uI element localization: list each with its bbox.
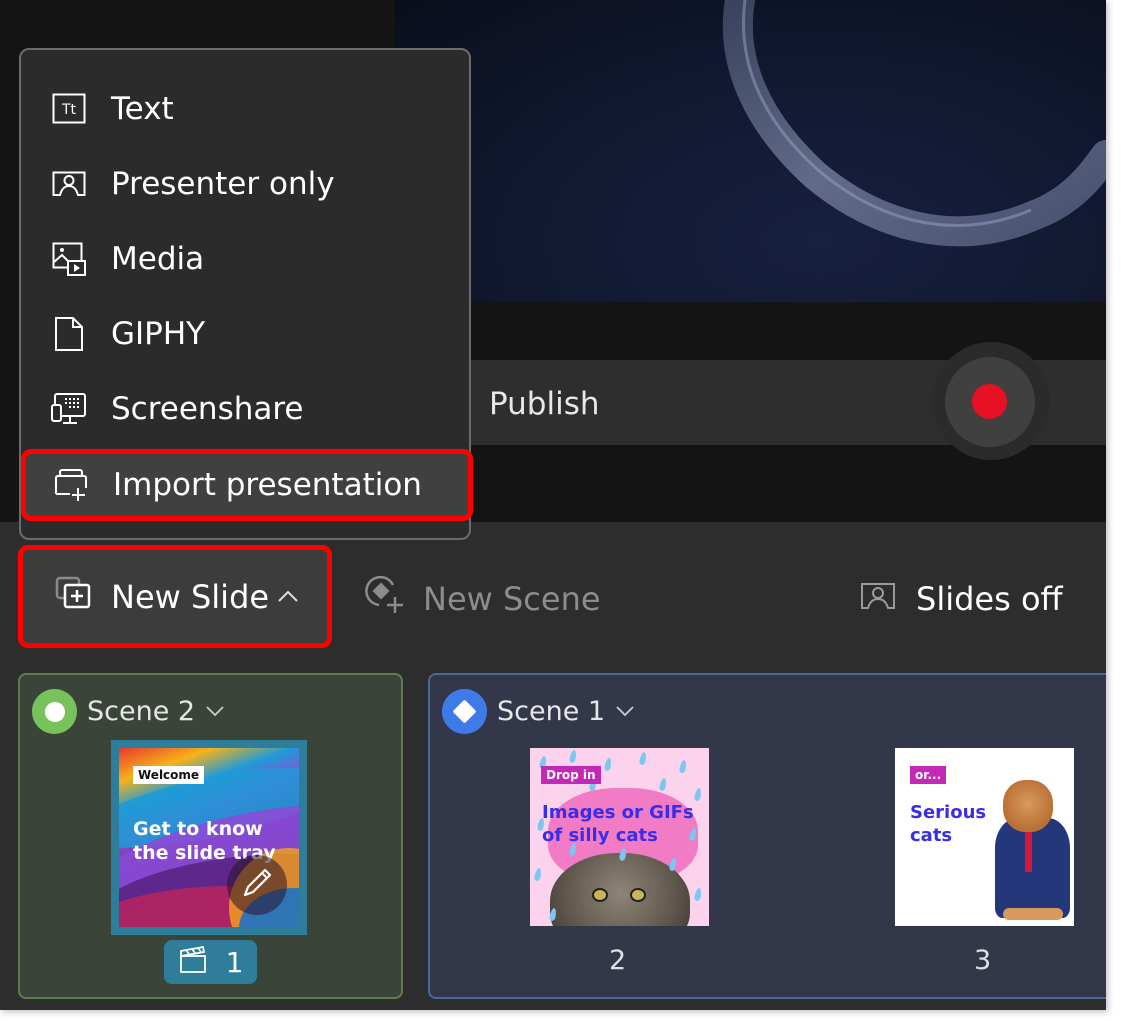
scene-name: Scene 1 <box>497 696 606 727</box>
menu-item-label: Presenter only <box>111 166 335 202</box>
preview-canvas <box>395 0 1106 302</box>
preview-ring-graphic <box>722 0 1106 247</box>
chevron-down-icon[interactable] <box>205 701 225 722</box>
chevron-up-icon <box>277 584 299 609</box>
edit-slide-button[interactable] <box>227 855 287 915</box>
scene-live-icon <box>32 689 77 734</box>
app-window: Publish New Slide New Scene Slides off S… <box>0 0 1106 1010</box>
menu-item-label: GIPHY <box>111 316 206 352</box>
cat-in-suit-image <box>995 818 1070 918</box>
scene-name: Scene 2 <box>87 696 196 727</box>
slide-thumbnail[interactable]: Drop in Images or GIFs of silly cats <box>530 748 709 926</box>
menu-item-label: Import presentation <box>113 467 422 503</box>
screenshare-icon <box>51 391 87 427</box>
slide-tag: or... <box>910 766 947 784</box>
menu-item-giphy[interactable]: GIPHY <box>29 301 461 367</box>
new-scene-icon <box>365 575 405 623</box>
publish-label[interactable]: Publish <box>489 386 600 422</box>
record-icon <box>972 384 1007 419</box>
new-slide-button[interactable]: New Slide <box>18 545 332 648</box>
slide-thumbnail[interactable]: Welcome Get to know the slide tray <box>111 740 307 935</box>
scene-header[interactable]: Scene 1 <box>442 689 635 734</box>
slide-thumbnail[interactable]: or... Serious cats <box>895 748 1074 926</box>
chevron-down-icon[interactable] <box>615 701 635 722</box>
slide-tag: Drop in <box>541 766 601 784</box>
slide-number: 1 <box>225 945 244 979</box>
slide-tag: Welcome <box>133 766 205 784</box>
text-tt-icon: Tt <box>51 91 87 127</box>
new-slide-label: New Slide <box>111 577 270 616</box>
current-slide-badge: 1 <box>164 940 257 984</box>
pencil-icon <box>239 865 275 905</box>
menu-item-label: Text <box>111 91 174 127</box>
menu-item-media[interactable]: Media <box>29 226 461 292</box>
menu-item-presenter-only[interactable]: Presenter only <box>29 151 461 217</box>
presenter-icon <box>51 166 87 202</box>
clapperboard-icon <box>178 944 208 981</box>
menu-item-label: Media <box>111 241 205 277</box>
import-presentation-icon <box>53 467 89 503</box>
new-slide-icon <box>55 576 93 618</box>
new-scene-button[interactable]: New Scene <box>365 575 601 623</box>
slide-number: 2 <box>609 945 627 976</box>
svg-text:Tt: Tt <box>61 102 77 118</box>
menu-item-text[interactable]: Tt Text <box>29 76 461 142</box>
slide-number: 3 <box>974 945 992 976</box>
media-icon <box>51 241 87 277</box>
new-slide-menu: Tt Text Presenter only Media GIPHY Scree… <box>19 48 473 540</box>
document-icon <box>51 316 87 352</box>
presenter-icon <box>860 580 896 618</box>
menu-item-screenshare[interactable]: Screenshare <box>29 376 461 442</box>
scene-header[interactable]: Scene 2 <box>32 689 225 734</box>
scene-diamond-icon <box>442 689 487 734</box>
slides-off-label: Slides off <box>916 580 1063 618</box>
slide-title: Images or GIFs of silly cats <box>542 802 694 846</box>
slide-title: Serious cats <box>910 802 987 846</box>
slides-off-button[interactable]: Slides off <box>860 575 1063 623</box>
slide-title: Get to know the slide tray <box>133 818 276 864</box>
menu-item-import-presentation[interactable]: Import presentation <box>21 449 473 521</box>
menu-item-label: Screenshare <box>111 391 304 427</box>
cat-head-graphic <box>1003 780 1053 832</box>
new-scene-label: New Scene <box>423 580 601 618</box>
